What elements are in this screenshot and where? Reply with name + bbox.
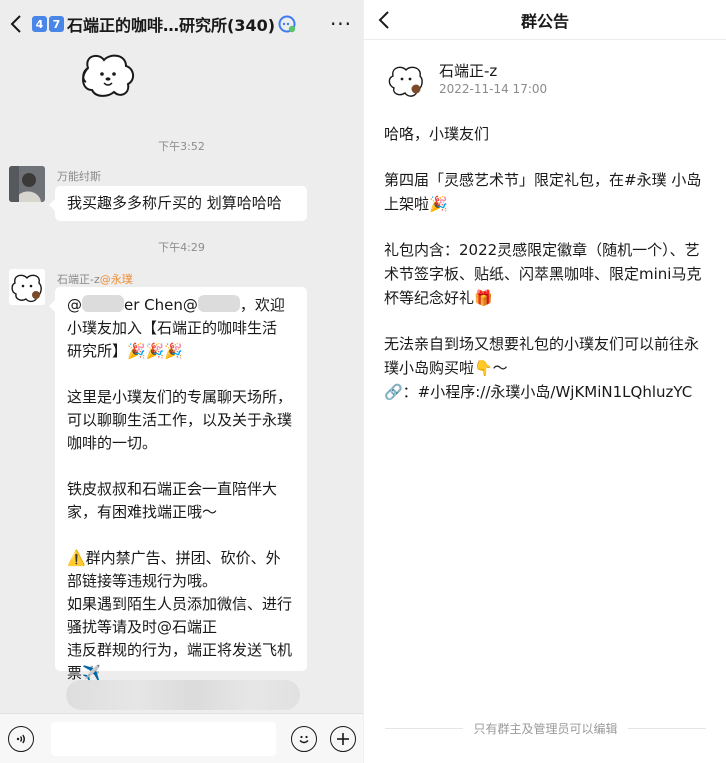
badge-num-2: 7: [49, 16, 64, 32]
support-paragraph: 铁皮叔叔和石端正会一直陪伴大家，有困难找端正哦～: [67, 480, 278, 521]
divider-left: [385, 728, 464, 729]
purchase-text: 无法亲自到场又想要礼包的小璞友们可以前往永璞小岛购买啦👇～: [384, 335, 700, 377]
timestamp-2: 下午4:29: [158, 241, 205, 254]
back-icon: [10, 15, 21, 33]
announcement-topbar: 群公告: [364, 0, 726, 40]
paragraph-purchase: 无法亲自到场又想要礼包的小璞友们可以前往永璞小岛购买啦👇～ 🔗：#小程序://永…: [384, 332, 706, 404]
more-icon[interactable]: ···: [319, 12, 363, 36]
mention-at: @: [67, 296, 82, 314]
emoji-icon: [291, 725, 317, 752]
mini-program-link[interactable]: 🔗：#小程序://永璞小岛/WjKMiN1LQhluzYC: [384, 383, 692, 401]
dog-sticker-image[interactable]: [76, 50, 138, 100]
badge-num-1: 4: [32, 16, 47, 32]
paragraph-contents: 礼包内含：2022灵感限定徽章（随机一个）、艺术节签字板、贴纸、闪萃黑咖啡、限定…: [384, 241, 702, 307]
sender-name-1: 万能纣斯: [57, 170, 101, 183]
welcome-paragraph: @ er Chen@ ，欢迎 小璞友加入【石端正的咖啡生活 研究所】🎉🎉🎉: [67, 294, 295, 363]
announcement-pane: 群公告 石端正-z 2022-11-14 17:00 哈咯，小璞友们 第四届「灵…: [363, 0, 726, 763]
blurred-name-2: [197, 295, 240, 312]
group-name: 石端正的咖啡…研究所(340): [67, 16, 276, 35]
avatar-photo-image: [9, 166, 45, 202]
message-bubble-2[interactable]: @ er Chen@ ，欢迎 小璞友加入【石端正的咖啡生活 研究所】🎉🎉🎉 这里是小…: [49, 287, 307, 682]
post-date: 2022-11-14 17:00: [439, 82, 548, 96]
blurred-message: [66, 680, 300, 710]
paragraph-festival: 第四届「灵感艺术节」限定礼包，在#永璞 小岛上架啦🎉: [384, 171, 702, 213]
back-button[interactable]: [0, 0, 32, 48]
author-avatar[interactable]: [386, 60, 426, 100]
plus-icon: [330, 725, 356, 752]
voice-button[interactable]: [0, 725, 42, 752]
welcome-line-3: 研究所】🎉🎉🎉: [67, 342, 184, 360]
chat-pane: 4 7 石端正的咖啡…研究所(340) ··· 下午3:52 万能纣斯 我买趣多…: [0, 0, 363, 763]
welcome-line-2: 小璞友加入【石端正的咖啡生活: [67, 319, 278, 337]
rules-line-2: 如果遇到陌生人员添加微信、进行骚扰等请及时@石端正: [67, 595, 293, 636]
divider-right: [627, 728, 706, 729]
greeting: 哈咯，小璞友们: [384, 125, 490, 143]
emoji-button[interactable]: [285, 725, 323, 752]
avatar-wanneng[interactable]: [9, 166, 45, 202]
rules-line-3: 违反群规的行为，端正将发送飞机票✈️: [67, 641, 293, 682]
sender-name-2: 石端正-z@永璞: [57, 271, 133, 287]
avatar-shiduanzheng[interactable]: [9, 269, 45, 305]
announcement-content: 哈咯，小璞友们 第四届「灵感艺术节」限定礼包，在#永璞 小岛上架啦🎉 礼包内含：…: [384, 122, 706, 426]
message-bubble-1[interactable]: 我买趣多多称斤买的 划算哈哈哈: [49, 186, 307, 221]
blurred-name-1: [82, 295, 124, 312]
back-button-right[interactable]: [368, 0, 400, 40]
sender-name-2-text: 石端正-z: [57, 273, 100, 286]
input-bar: [0, 713, 363, 763]
chat-title[interactable]: 4 7 石端正的咖啡…研究所(340): [32, 12, 319, 36]
back-icon: [378, 11, 389, 29]
author-name: 石端正-z: [439, 62, 498, 80]
rules-line-1: ⚠️群内禁广告、拼团、砍价、外部链接等违规行为哦。: [67, 549, 281, 590]
mention-name: er Chen@: [124, 296, 198, 314]
welcome-text: ，欢迎: [239, 296, 285, 314]
footer-text: 只有群主及管理员可以编辑: [473, 722, 618, 736]
edit-permission-note: 只有群主及管理员可以编辑: [364, 720, 726, 737]
screen: 4 7 石端正的咖啡…研究所(340) ··· 下午3:52 万能纣斯 我买趣多…: [0, 0, 726, 763]
ai-assistant-icon[interactable]: [277, 14, 297, 34]
timestamp-1: 下午3:52: [158, 140, 205, 153]
rules-paragraph: ⚠️群内禁广告、拼团、砍价、外部链接等违规行为哦。 如果遇到陌生人员添加微信、进…: [67, 547, 295, 685]
plus-button[interactable]: [323, 725, 363, 752]
intro-paragraph: 这里是小璞友们的专属聊天场所，可以聊聊生活工作，以及关于永璞咖啡的一切。: [67, 388, 293, 452]
voice-icon: [8, 725, 34, 752]
sender-tag: @永璞: [99, 273, 133, 286]
message-input[interactable]: [51, 721, 276, 756]
chat-topbar: 4 7 石端正的咖啡…研究所(340) ···: [0, 0, 363, 48]
announcement-title: 群公告: [520, 11, 569, 31]
